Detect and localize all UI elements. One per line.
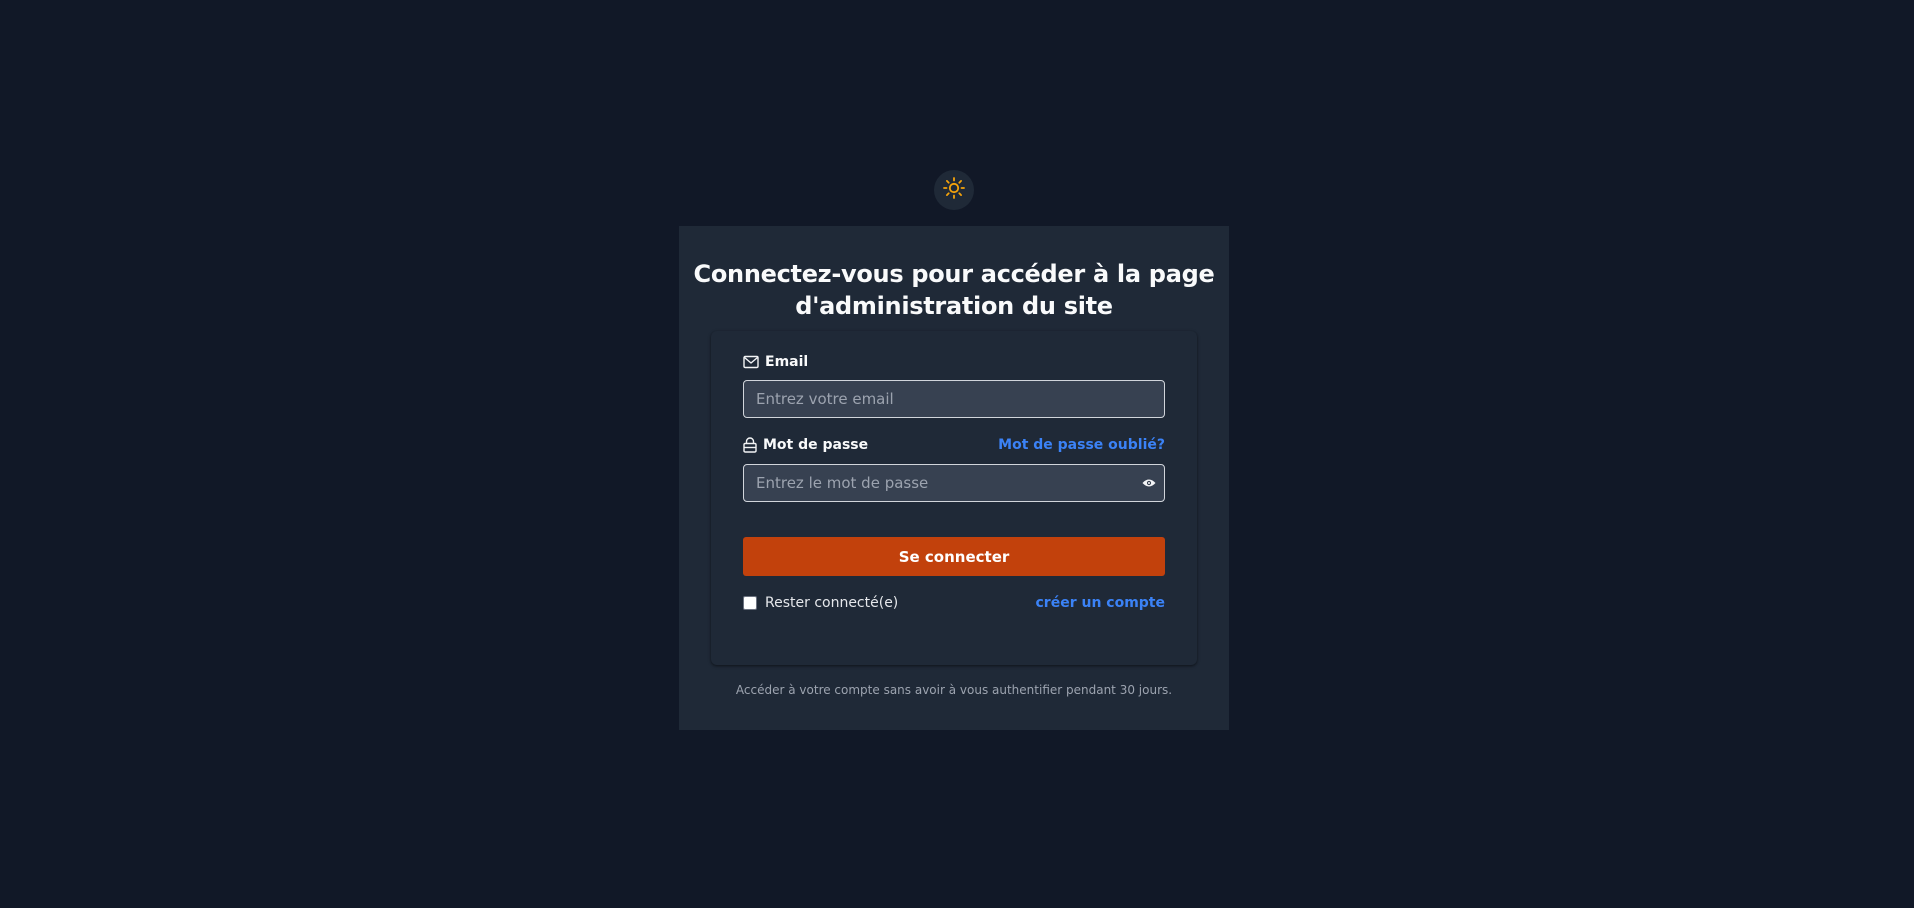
eye-icon[interactable] [1141,475,1157,491]
password-input[interactable] [743,464,1165,502]
login-panel: Connectez-vous pour accéder à la page d'… [679,226,1229,730]
remember-me[interactable]: Rester connecté(e) [743,595,898,611]
theme-toggle-button[interactable] [934,170,974,210]
forgot-password-link[interactable]: Mot de passe oublié? [998,437,1165,453]
login-button[interactable]: Se connecter [743,537,1165,576]
email-label: Email [743,354,808,370]
page-title: Connectez-vous pour accéder à la page d'… [693,260,1215,320]
email-label-text: Email [765,354,809,370]
lock-icon [743,437,757,453]
remember-label: Rester connecté(e) [765,595,899,611]
envelope-icon [743,355,759,369]
remember-row: Rester connecté(e) créer un compte [743,593,1165,613]
password-label-text: Mot de passe [763,437,869,453]
password-label-row: Mot de passe Mot de passe oublié? [743,435,1165,455]
create-account-link[interactable]: créer un compte [1036,595,1166,611]
email-label-row: Email [743,352,1165,372]
remember-checkbox[interactable] [743,596,757,610]
email-input[interactable] [743,380,1165,418]
remember-footnote: Accéder à votre compte sans avoir à vous… [735,683,1173,697]
sun-icon [942,176,966,204]
password-label: Mot de passe [743,437,868,453]
login-form: Email Mot de passe Mot de passe oublié? [711,331,1197,665]
